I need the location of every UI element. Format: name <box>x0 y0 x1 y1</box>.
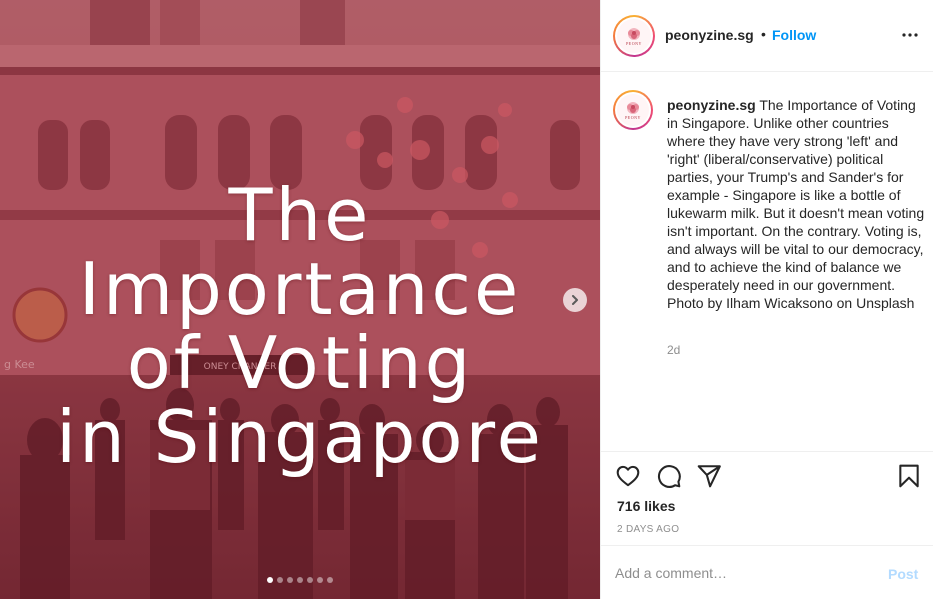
carousel-dot <box>307 577 313 583</box>
caption: peonyzine.sg The Importance of Voting in… <box>667 96 929 312</box>
comment-input[interactable] <box>615 563 865 583</box>
post-date[interactable]: 2 DAYS AGO <box>617 524 679 535</box>
carousel-dot <box>297 577 303 583</box>
carousel-dot <box>267 577 273 583</box>
caption-area: PEONY peonyzine.sg The Importance of Vot… <box>601 73 933 451</box>
caption-username[interactable]: peonyzine.sg <box>667 97 756 113</box>
post-actions: 716 likes 2 DAYS AGO <box>601 451 933 545</box>
caption-avatar[interactable]: PEONY <box>613 90 653 130</box>
overlay-title: The Importance of Voting in Singapore <box>56 173 544 479</box>
comment-icon <box>658 465 681 488</box>
share-button[interactable] <box>696 463 722 494</box>
instagram-post: ONEY CHANGER g Kee The Importance of Vot… <box>0 0 933 599</box>
separator-dot: • <box>761 26 766 42</box>
carousel-indicator <box>0 577 600 583</box>
like-count[interactable]: 716 likes <box>617 498 675 514</box>
follow-button[interactable]: Follow <box>772 27 816 43</box>
bookmark-icon <box>899 464 919 488</box>
more-horizontal-icon <box>902 33 918 37</box>
avatar-label: PEONY <box>625 115 641 120</box>
more-options-button[interactable] <box>901 26 919 49</box>
chevron-right-icon <box>572 295 578 305</box>
carousel-dot <box>287 577 293 583</box>
save-button[interactable] <box>896 463 922 494</box>
peony-logo: PEONY <box>617 94 649 126</box>
comment-bar: Post <box>601 545 933 599</box>
username-link[interactable]: peonyzine.sg <box>665 27 754 43</box>
comment-button[interactable] <box>656 463 682 494</box>
share-icon <box>697 465 721 488</box>
heart-icon <box>616 465 640 487</box>
carousel-dot <box>327 577 333 583</box>
peony-flower-icon <box>628 28 640 40</box>
post-header: PEONY peonyzine.sg • Follow <box>601 0 933 72</box>
peony-logo: PEONY <box>617 19 651 53</box>
avatar[interactable]: PEONY <box>613 15 655 57</box>
post-media[interactable]: ONEY CHANGER g Kee The Importance of Vot… <box>0 0 600 599</box>
carousel-dot <box>277 577 283 583</box>
post-comment-button[interactable]: Post <box>888 566 918 582</box>
post-age: 2d <box>667 343 681 357</box>
peony-flower-icon <box>627 102 639 114</box>
avatar-label: PEONY <box>626 41 642 46</box>
carousel-dot <box>317 577 323 583</box>
next-image-button[interactable] <box>563 288 587 312</box>
like-button[interactable] <box>615 463 641 494</box>
caption-text: The Importance of Voting in Singapore. U… <box>667 97 925 311</box>
post-side-panel: PEONY peonyzine.sg • Follow PEONY peonyz… <box>600 0 933 599</box>
